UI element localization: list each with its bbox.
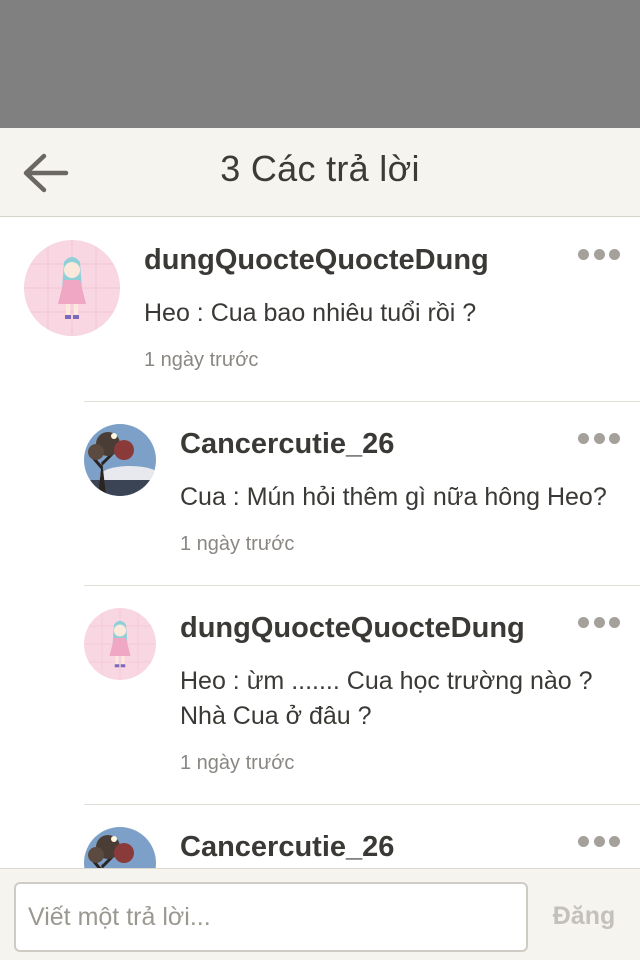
dot-icon <box>593 248 605 260</box>
comment-item: dungQuocteQuocteDung Heo : ừm ....... Cu… <box>0 586 640 804</box>
dot-icon <box>593 835 605 847</box>
comment-username[interactable]: dungQuocteQuocteDung <box>144 244 489 277</box>
dot-icon <box>578 616 589 628</box>
avatar[interactable] <box>84 608 156 680</box>
more-options-button[interactable] <box>578 834 620 848</box>
comment-item: Cancercutie_26 <box>0 805 640 868</box>
more-options-button[interactable] <box>578 431 620 445</box>
dot-icon <box>593 432 605 444</box>
status-bar-area <box>0 0 640 128</box>
comment-username[interactable]: dungQuocteQuocteDung <box>180 612 525 645</box>
post-button[interactable]: Đăng <box>538 893 630 939</box>
pink-girl-avatar-icon <box>84 608 156 680</box>
dot-icon <box>578 432 589 444</box>
dot-icon <box>609 248 620 260</box>
dot-icon <box>609 616 620 628</box>
tree-sky-avatar-icon <box>84 827 156 868</box>
avatar[interactable] <box>24 240 120 336</box>
comment-text-line: Nhà Cua ở đâu ? <box>180 702 372 730</box>
dot-icon <box>578 248 589 260</box>
pink-girl-avatar-icon <box>24 240 120 336</box>
dot-icon <box>578 835 589 847</box>
comment-item: Cancercutie_26 Cua : Mún hỏi thêm gì nữa… <box>0 402 640 585</box>
tree-sky-avatar-icon <box>84 424 156 496</box>
top-bar: 3 Các trả lời <box>0 128 640 217</box>
comment-username[interactable]: Cancercutie_26 <box>180 428 394 461</box>
reply-thread[interactable]: dungQuocteQuocteDung Heo : Cua bao nhiêu… <box>0 218 640 868</box>
reply-composer: Đăng <box>0 868 640 960</box>
comment-text: Heo : Cua bao nhiêu tuổi rồi ? <box>144 299 477 327</box>
comment-username[interactable]: Cancercutie_26 <box>180 831 394 864</box>
reply-input[interactable] <box>14 882 528 952</box>
comment-text-line: Heo : ừm ....... Cua học trường nào ? <box>180 667 593 695</box>
dot-icon <box>609 432 620 444</box>
dot-icon <box>593 616 605 628</box>
comment-timestamp: 1 ngày trước <box>180 533 295 555</box>
more-options-button[interactable] <box>578 615 620 629</box>
avatar[interactable] <box>84 424 156 496</box>
more-options-button[interactable] <box>578 247 620 261</box>
dot-icon <box>609 835 620 847</box>
comment-timestamp: 1 ngày trước <box>144 349 259 371</box>
comment-text: Cua : Mún hỏi thêm gì nữa hông Heo? <box>180 483 607 511</box>
comment-timestamp: 1 ngày trước <box>180 752 295 774</box>
comment-item: dungQuocteQuocteDung Heo : Cua bao nhiêu… <box>0 218 640 401</box>
avatar[interactable] <box>84 827 156 868</box>
page-title: 3 Các trả lời <box>220 148 420 189</box>
